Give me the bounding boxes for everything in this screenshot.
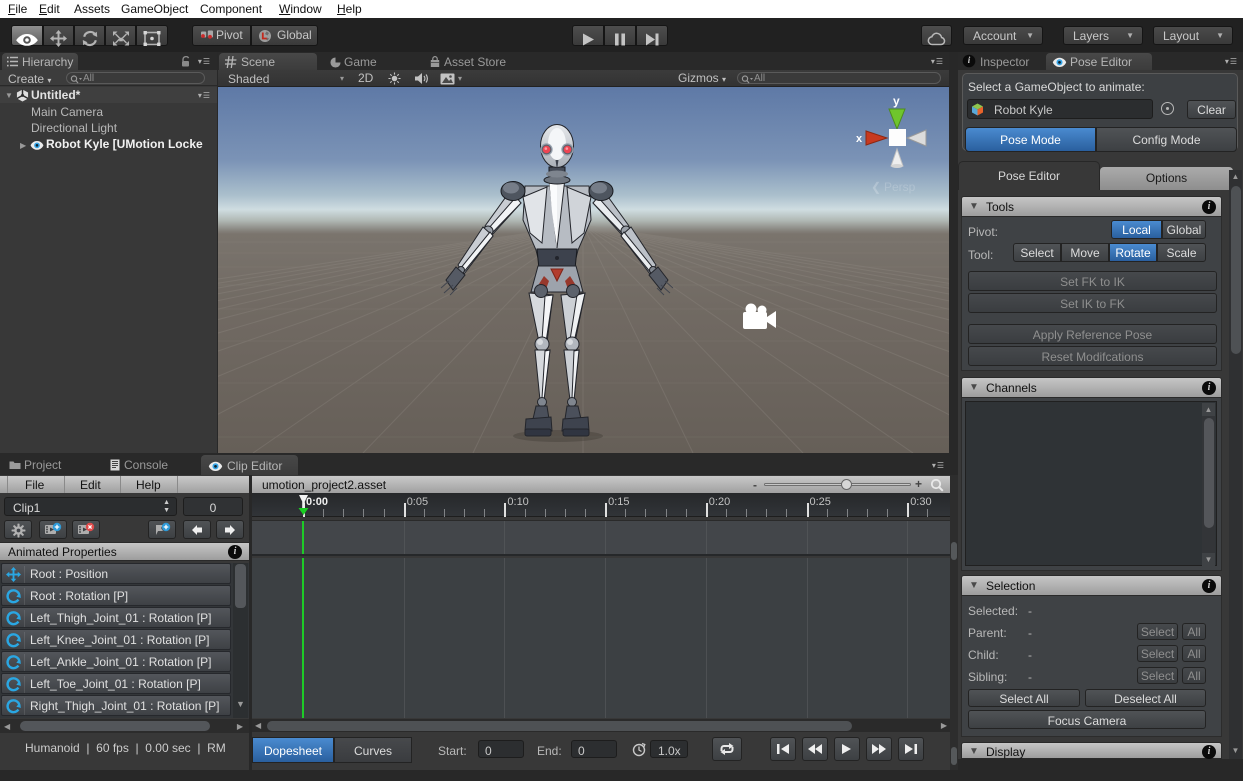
svg-text:Persp: Persp (884, 180, 916, 194)
svg-text:❮: ❮ (871, 180, 881, 194)
svg-text:x: x (856, 133, 863, 145)
svg-text:y: y (893, 94, 900, 108)
